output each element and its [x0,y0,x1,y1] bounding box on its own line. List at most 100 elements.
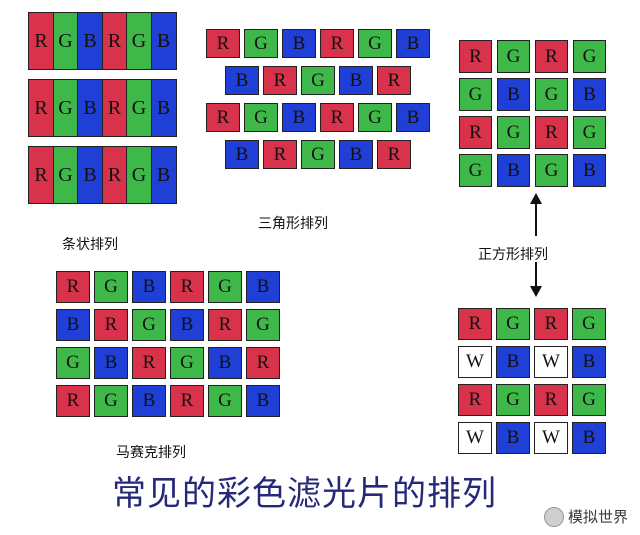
square_w-cell-b: B [572,422,606,454]
square_w-cell-r: R [458,384,492,416]
stripe-cell-b: B [77,79,103,137]
triangle-cell-r: R [377,66,411,95]
square_w-cell-g: G [572,384,606,416]
triangle-cell-r: R [320,29,354,58]
mosaic-cell-b: B [208,347,242,379]
wechat-logo-icon [543,506,564,527]
triangle-cell-g: G [358,29,392,58]
mosaic-cell-r: R [246,347,280,379]
mosaic-cell-r: R [94,309,128,341]
square-cell-r: R [535,40,568,73]
square-cell-g: G [459,78,492,111]
mosaic-cell-b: B [246,271,280,303]
triangle-cell-r: R [206,103,240,132]
mosaic-cell-r: R [170,271,204,303]
stripe-cell-b: B [150,146,177,204]
square-cell-g: G [497,116,530,149]
stripe-cell-r: R [28,12,54,70]
stripe-arrangement-label: 条状排列 [62,237,118,253]
mosaic-arrangement-label: 马赛克排列 [116,445,186,461]
triangle-arrangement-label: 三角形排列 [258,216,328,232]
square-arrangement-label: 正方形排列 [478,247,548,263]
watermark: 模拟世界 [543,506,628,527]
triangle-cell-r: R [377,140,411,169]
stripe-cell-b: B [77,146,103,204]
square-cell-b: B [573,154,606,187]
stripe-cell-b: B [150,79,177,137]
triangle-cell-r: R [263,140,297,169]
stripe-cell-r: R [101,12,128,70]
square-cell-r: R [459,116,492,149]
square_w-cell-w: W [534,346,568,378]
square_w-cell-g: G [572,308,606,340]
mosaic-cell-b: B [132,271,166,303]
square-cell-r: R [459,40,492,73]
mosaic-cell-g: G [208,385,242,417]
stripe-cell-g: G [52,79,79,137]
mosaic-cell-r: R [56,271,90,303]
mosaic-cell-g: G [170,347,204,379]
stripe-cell-r: R [101,146,128,204]
square-cell-g: G [573,116,606,149]
square_w-cell-b: B [572,346,606,378]
square-cell-g: G [459,154,492,187]
triangle-cell-b: B [396,103,430,132]
triangle-cell-b: B [396,29,430,58]
stripe-cell-g: G [52,146,79,204]
triangle-cell-r: R [206,29,240,58]
square-cell-g: G [535,78,568,111]
mosaic-cell-g: G [56,347,90,379]
stripe-cell-b: B [150,12,177,70]
square-cell-b: B [573,78,606,111]
mosaic-cell-r: R [170,385,204,417]
square_w-cell-g: G [496,308,530,340]
triangle-cell-b: B [225,140,259,169]
mosaic-cell-b: B [56,309,90,341]
square_w-cell-g: G [496,384,530,416]
square_w-cell-b: B [496,346,530,378]
watermark-text: 模拟世界 [567,508,628,526]
triangle-cell-r: R [263,66,297,95]
square-cell-b: B [497,154,530,187]
mosaic-cell-g: G [132,309,166,341]
mosaic-cell-r: R [208,309,242,341]
mosaic-cell-g: G [246,309,280,341]
triangle-cell-g: G [301,66,335,95]
triangle-cell-g: G [244,29,278,58]
triangle-cell-b: B [339,66,373,95]
arrow-up-icon [530,193,542,236]
triangle-cell-b: B [282,29,316,58]
stripe-cell-b: B [77,12,103,70]
stripe-cell-r: R [28,146,54,204]
square-cell-g: G [573,40,606,73]
mosaic-cell-g: G [94,385,128,417]
mosaic-cell-b: B [246,385,280,417]
stripe-cell-g: G [126,79,152,137]
mosaic-cell-b: B [170,309,204,341]
mosaic-cell-r: R [56,385,90,417]
mosaic-cell-b: B [132,385,166,417]
mosaic-cell-b: B [94,347,128,379]
square-cell-g: G [535,154,568,187]
stripe-cell-r: R [28,79,54,137]
triangle-cell-g: G [301,140,335,169]
stripe-cell-g: G [126,12,152,70]
square_w-cell-w: W [458,422,492,454]
page-title: 常见的彩色滤光片的排列 [112,474,497,514]
mosaic-cell-g: G [94,271,128,303]
square-cell-r: R [535,116,568,149]
stripe-cell-g: G [126,146,152,204]
square_w-cell-r: R [458,308,492,340]
triangle-cell-b: B [225,66,259,95]
mosaic-cell-r: R [132,347,166,379]
square_w-cell-r: R [534,384,568,416]
square_w-cell-w: W [458,346,492,378]
square-cell-b: B [497,78,530,111]
triangle-cell-g: G [244,103,278,132]
square-cell-g: G [497,40,530,73]
triangle-cell-b: B [339,140,373,169]
square_w-cell-r: R [534,308,568,340]
stripe-cell-r: R [101,79,128,137]
triangle-cell-b: B [282,103,316,132]
stripe-cell-g: G [52,12,79,70]
